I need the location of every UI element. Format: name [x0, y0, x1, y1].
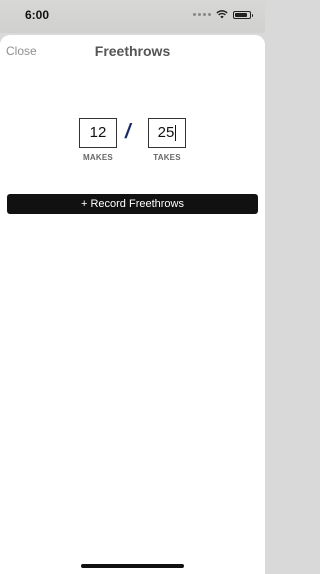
- takes-input[interactable]: 25: [148, 118, 186, 148]
- makes-label: MAKES: [83, 153, 113, 162]
- text-caret: [175, 125, 177, 142]
- takes-value: 25: [157, 124, 175, 141]
- freethrows-sheet: Close Freethrows 12 / 25 MAKES TAKES + R…: [0, 35, 265, 574]
- signal-dots-icon: [193, 13, 211, 16]
- wifi-icon: [216, 10, 228, 19]
- nav-bar: Close Freethrows: [0, 35, 265, 67]
- freethrow-inputs: 12 / 25 MAKES TAKES: [0, 118, 265, 168]
- takes-label: TAKES: [153, 153, 181, 162]
- status-time: 6:00: [25, 8, 50, 22]
- page-title: Freethrows: [94, 43, 171, 59]
- battery-icon: [233, 10, 253, 19]
- makes-value: 12: [89, 124, 107, 141]
- status-bar: 6:00: [0, 0, 265, 33]
- status-icons: [193, 10, 253, 19]
- makes-input[interactable]: 12: [79, 118, 117, 148]
- home-indicator: [81, 564, 184, 568]
- record-freethrows-button[interactable]: + Record Freethrows: [7, 194, 258, 214]
- separator-slash: /: [125, 121, 131, 143]
